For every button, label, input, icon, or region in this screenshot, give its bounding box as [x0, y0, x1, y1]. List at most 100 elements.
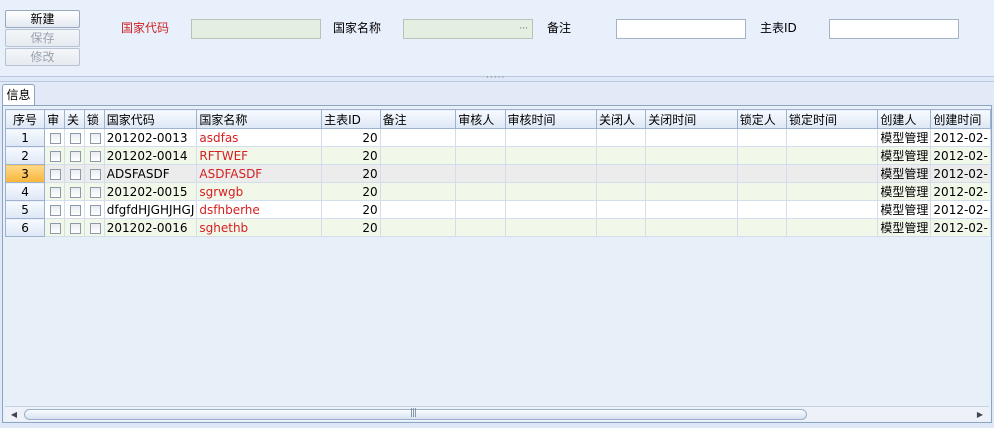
- cell-audit-time[interactable]: [504, 218, 598, 237]
- lock-checkbox[interactable]: [83, 164, 105, 183]
- cell-country-name[interactable]: asdfas: [196, 128, 323, 147]
- column-header-lock-time[interactable]: 锁定时间: [785, 109, 879, 129]
- cell-creator[interactable]: 模型管理: [877, 200, 932, 219]
- cell-create-time[interactable]: 2012-02-: [930, 182, 991, 201]
- cell-locker[interactable]: [736, 182, 787, 201]
- cell-master-id[interactable]: 20: [321, 164, 381, 183]
- tab-info[interactable]: 信息: [2, 84, 35, 107]
- cell-closer[interactable]: [595, 200, 647, 219]
- cell-creator[interactable]: 模型管理: [877, 164, 932, 183]
- cell-auditor[interactable]: [455, 146, 506, 165]
- cell-lock-time[interactable]: [785, 200, 879, 219]
- checkbox-icon[interactable]: [69, 168, 81, 180]
- cell-lock-time[interactable]: [785, 128, 879, 147]
- cell-remark[interactable]: [379, 146, 457, 165]
- audit-checkbox[interactable]: [44, 128, 65, 147]
- close-checkbox[interactable]: [63, 182, 85, 201]
- cell-audit-time[interactable]: [504, 182, 598, 201]
- cell-auditor[interactable]: [455, 200, 506, 219]
- cell-country-code[interactable]: 201202-0014: [103, 146, 198, 165]
- row-number[interactable]: 5: [4, 200, 46, 219]
- cell-locker[interactable]: [736, 200, 787, 219]
- audit-checkbox[interactable]: [44, 146, 65, 165]
- table-row[interactable]: 3 ADSFASDF ASDFASDF 20 模型管理 2012-02-: [4, 164, 991, 183]
- cell-close-time[interactable]: [645, 200, 738, 219]
- cell-country-name[interactable]: sgrwgb: [196, 182, 323, 201]
- cell-locker[interactable]: [736, 218, 787, 237]
- cell-master-id[interactable]: 20: [321, 182, 381, 201]
- cell-creator[interactable]: 模型管理: [877, 146, 932, 165]
- cell-lock-time[interactable]: [785, 164, 879, 183]
- scrollbar-thumb[interactable]: |||: [24, 408, 807, 420]
- scroll-left-icon[interactable]: ◀: [7, 408, 21, 421]
- lock-checkbox[interactable]: [83, 218, 105, 237]
- checkbox-icon[interactable]: [50, 132, 62, 144]
- cell-locker[interactable]: [736, 146, 787, 165]
- cell-country-name[interactable]: RFTWEF: [196, 146, 323, 165]
- master-id-input[interactable]: [829, 19, 959, 39]
- cell-country-code[interactable]: 201202-0013: [103, 128, 198, 147]
- checkbox-icon[interactable]: [69, 150, 81, 162]
- cell-remark[interactable]: [379, 128, 457, 147]
- cell-country-code[interactable]: ADSFASDF: [103, 164, 198, 183]
- cell-audit-time[interactable]: [504, 128, 598, 147]
- cell-remark[interactable]: [379, 164, 457, 183]
- cell-master-id[interactable]: 20: [321, 128, 381, 147]
- table-row[interactable]: 4 201202-0015 sgrwgb 20 模型管理 2012-02-: [4, 182, 991, 201]
- cell-lock-time[interactable]: [785, 146, 879, 165]
- edit-button[interactable]: 修改: [5, 48, 80, 66]
- checkbox-icon[interactable]: [89, 186, 101, 198]
- cell-remark[interactable]: [379, 182, 457, 201]
- country-name-input[interactable]: ···: [403, 19, 533, 39]
- cell-creator[interactable]: 模型管理: [877, 218, 932, 237]
- cell-audit-time[interactable]: [504, 146, 598, 165]
- cell-auditor[interactable]: [455, 218, 506, 237]
- row-number[interactable]: 3: [4, 164, 46, 183]
- close-checkbox[interactable]: [63, 128, 85, 147]
- cell-close-time[interactable]: [645, 164, 738, 183]
- cell-locker[interactable]: [736, 128, 787, 147]
- horizontal-scrollbar[interactable]: ◀ ||| ▶: [5, 406, 989, 421]
- checkbox-icon[interactable]: [69, 222, 81, 234]
- close-checkbox[interactable]: [63, 146, 85, 165]
- column-header-master-id[interactable]: 主表ID: [321, 109, 381, 129]
- cell-country-code[interactable]: 201202-0016: [103, 218, 198, 237]
- checkbox-icon[interactable]: [89, 204, 101, 216]
- checkbox-icon[interactable]: [50, 168, 62, 180]
- cell-create-time[interactable]: 2012-02-: [930, 218, 991, 237]
- column-header-remark[interactable]: 备注: [379, 109, 457, 129]
- audit-checkbox[interactable]: [44, 164, 65, 183]
- column-header-country-name[interactable]: 国家名称: [196, 109, 323, 129]
- cell-close-time[interactable]: [645, 146, 738, 165]
- remark-input[interactable]: [616, 19, 746, 39]
- cell-closer[interactable]: [595, 218, 647, 237]
- column-header-closer[interactable]: 关闭人: [595, 109, 647, 129]
- cell-auditor[interactable]: [455, 182, 506, 201]
- cell-creator[interactable]: 模型管理: [877, 128, 932, 147]
- cell-audit-time[interactable]: [504, 200, 598, 219]
- close-checkbox[interactable]: [63, 218, 85, 237]
- audit-checkbox[interactable]: [44, 182, 65, 201]
- column-header-audit-time[interactable]: 审核时间: [504, 109, 598, 129]
- column-header-close[interactable]: 关: [63, 109, 85, 129]
- row-number[interactable]: 1: [4, 128, 46, 147]
- column-header-create-time[interactable]: 创建时间: [930, 109, 991, 129]
- checkbox-icon[interactable]: [89, 132, 101, 144]
- checkbox-icon[interactable]: [89, 222, 101, 234]
- cell-creator[interactable]: 模型管理: [877, 182, 932, 201]
- cell-close-time[interactable]: [645, 182, 738, 201]
- cell-auditor[interactable]: [455, 164, 506, 183]
- row-number[interactable]: 2: [4, 146, 46, 165]
- audit-checkbox[interactable]: [44, 200, 65, 219]
- checkbox-icon[interactable]: [89, 168, 101, 180]
- save-button[interactable]: 保存: [5, 29, 80, 47]
- checkbox-icon[interactable]: [50, 204, 62, 216]
- cell-audit-time[interactable]: [504, 164, 598, 183]
- row-number[interactable]: 6: [4, 218, 46, 237]
- cell-country-name[interactable]: dsfhberhe: [196, 200, 323, 219]
- cell-create-time[interactable]: 2012-02-: [930, 146, 991, 165]
- column-header-locker[interactable]: 锁定人: [736, 109, 787, 129]
- cell-closer[interactable]: [595, 164, 647, 183]
- cell-country-name[interactable]: ASDFASDF: [196, 164, 323, 183]
- new-button[interactable]: 新建: [5, 10, 80, 28]
